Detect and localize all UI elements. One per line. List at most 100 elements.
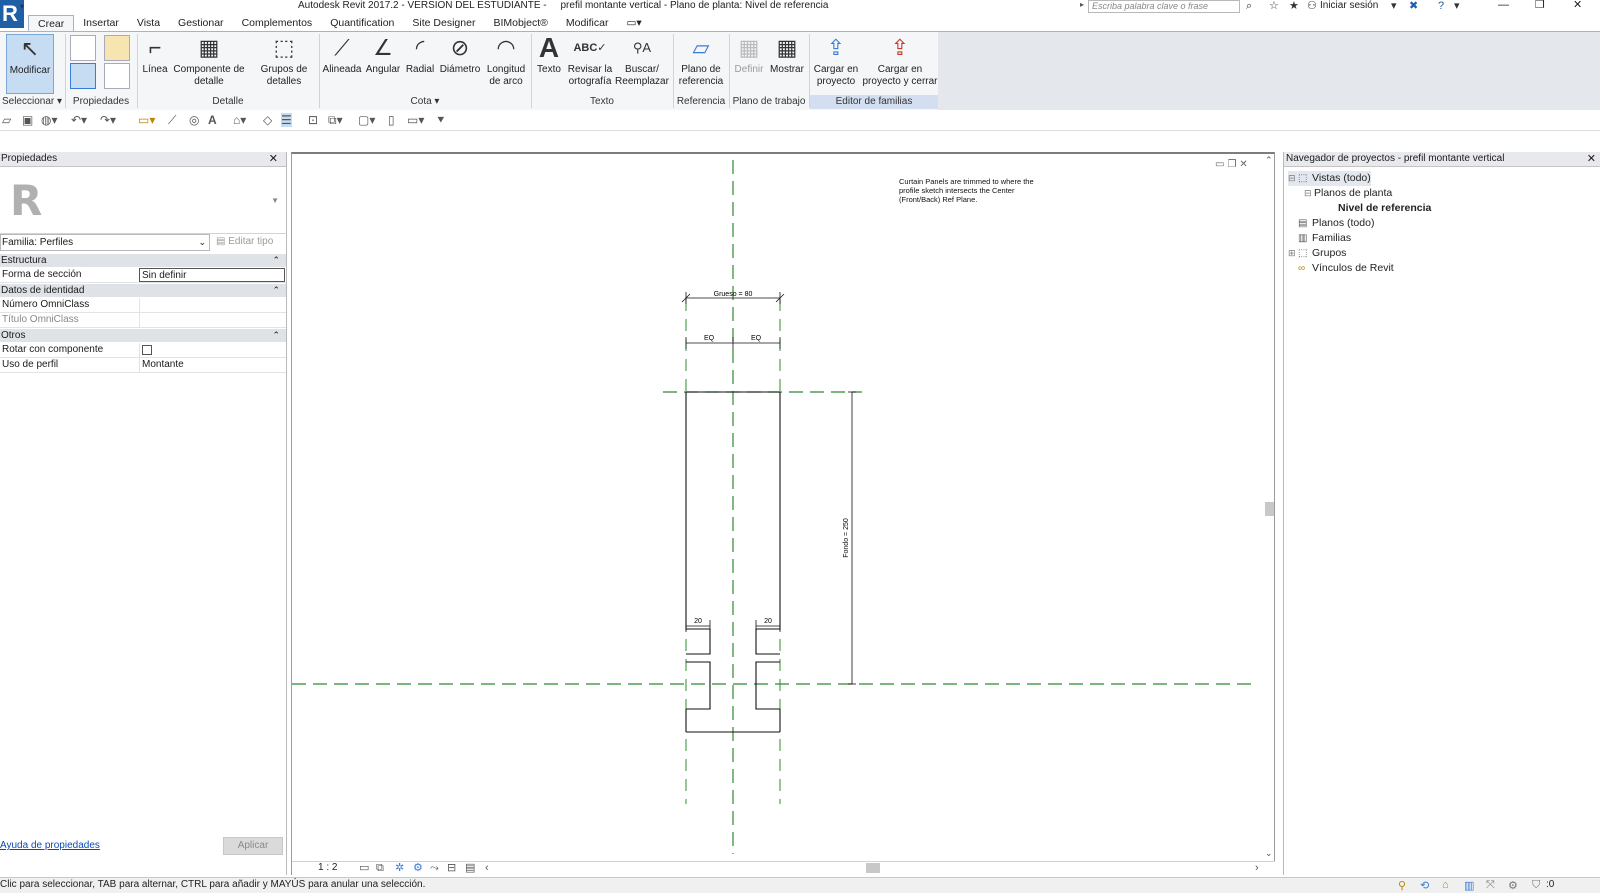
undo-icon[interactable]: ↶▾ xyxy=(71,113,87,127)
tag-icon[interactable]: ◎ xyxy=(189,113,199,127)
profile-sketch[interactable]: Grueso = 80 EQ EQ Fondo = 250 20 20 xyxy=(292,154,1262,860)
open-icon[interactable]: ▱ xyxy=(2,113,11,127)
help-chevron-icon[interactable]: ▾ xyxy=(1454,0,1460,12)
tree-item-familias[interactable]: ▥ Familias xyxy=(1298,231,1351,246)
subscription-icon[interactable]: ☆ xyxy=(1269,0,1279,12)
aligned-dimension-qat-icon[interactable]: ⟋ xyxy=(168,113,176,127)
tab-insertar[interactable]: Insertar xyxy=(74,15,128,31)
aligned-dimension-button[interactable]: ⟋ Alineada xyxy=(321,34,363,76)
tab-gestionar[interactable]: Gestionar xyxy=(169,15,233,31)
redo-icon[interactable]: ↷▾ xyxy=(100,113,116,127)
select-underlay-icon[interactable]: ⟲ xyxy=(1420,879,1429,892)
dimension-eq-right[interactable]: EQ xyxy=(751,335,762,342)
group-seleccionar[interactable]: Seleccionar ▾ xyxy=(0,95,64,109)
filter-icon[interactable]: ⛉ xyxy=(1532,879,1540,892)
restore-button[interactable]: ❐ xyxy=(1535,0,1545,11)
reference-plane-button[interactable]: ▱ Plano de referencia xyxy=(676,34,726,88)
dimension-20-right[interactable]: 20 xyxy=(764,618,772,625)
section-identidad[interactable]: Datos de identidad ⌃ xyxy=(0,284,286,297)
measure-icon[interactable]: ▭▾ xyxy=(138,113,155,127)
arc-length-dimension-button[interactable]: ◠ Longitud de arco xyxy=(483,34,529,88)
spell-check-button[interactable]: ABC✓ Revisar la ortografía xyxy=(565,34,615,88)
select-links-icon[interactable]: ⚲ xyxy=(1398,879,1406,892)
scroll-down-icon[interactable]: ⌄ xyxy=(1265,848,1273,859)
show-workplane-button[interactable]: ▦ Mostrar xyxy=(767,34,807,76)
horizontal-scroll-thumb[interactable] xyxy=(866,863,880,873)
dimension-grueso[interactable]: Grueso = 80 xyxy=(714,291,753,298)
collapse-toggle-icon[interactable]: ⊟ xyxy=(1288,171,1298,185)
tree-item-planos[interactable]: ▤ Planos (todo) xyxy=(1298,216,1374,231)
view-icon[interactable]: ▭▾ xyxy=(407,113,424,127)
filter-count[interactable]: :0 xyxy=(1546,879,1554,890)
select-by-face-icon[interactable]: ▥ xyxy=(1464,879,1474,892)
modify-button[interactable]: ↖ Modificar xyxy=(6,34,54,94)
help-icon[interactable]: ? xyxy=(1438,0,1444,12)
collapse-icon[interactable]: ⌃ xyxy=(272,329,280,342)
minimize-button[interactable]: — xyxy=(1498,0,1509,11)
tab-complementos[interactable]: Complementos xyxy=(233,15,322,31)
signin-chevron-icon[interactable]: ▾ xyxy=(1391,0,1397,12)
close-window-button[interactable]: ✕ xyxy=(1573,0,1582,11)
hide-isolate-icon[interactable]: ▤ xyxy=(465,861,475,875)
dimension-fondo[interactable]: Fondo = 250 xyxy=(843,518,850,558)
section-otros[interactable]: Otros ⌃ xyxy=(0,329,286,342)
binoculars-icon[interactable]: ⌕ xyxy=(1246,0,1252,12)
dimension-lines[interactable] xyxy=(681,292,856,685)
rotate-checkbox[interactable] xyxy=(142,345,152,355)
sheet-icon[interactable]: ▯ xyxy=(388,113,395,127)
collapse-icon[interactable]: ⌃ xyxy=(272,284,280,297)
omniclass-number-field[interactable] xyxy=(139,298,285,313)
show-crop-icon[interactable]: ⊟ xyxy=(447,861,456,875)
apply-button[interactable]: Aplicar xyxy=(223,837,283,855)
properties-help-link[interactable]: Ayuda de propiedades xyxy=(0,840,100,851)
edit-type-button[interactable]: ▤ Editar tipo xyxy=(216,236,273,247)
type-properties-icon[interactable] xyxy=(104,63,130,89)
save-icon[interactable]: ▣ xyxy=(22,113,33,127)
text-qat-icon[interactable]: A xyxy=(208,113,217,127)
thin-lines-icon[interactable]: ☰ xyxy=(281,113,292,127)
tree-item-vistas[interactable]: ⊟ ⬚ Vistas (todo) xyxy=(1288,171,1371,186)
sun-path-icon[interactable]: ✲ xyxy=(395,861,404,875)
family-types-icon[interactable] xyxy=(104,35,130,61)
vertical-scroll-thumb[interactable] xyxy=(1265,502,1274,516)
load-into-project-and-close-button[interactable]: ⇪ Cargar en proyecto y cerrar xyxy=(862,34,938,88)
expand-toggle-icon[interactable]: ⊞ xyxy=(1288,246,1298,260)
dimension-20-left[interactable]: 20 xyxy=(694,618,702,625)
scroll-up-icon[interactable]: ⌃ xyxy=(1265,155,1273,166)
dimension-eq-left[interactable]: EQ xyxy=(704,335,715,342)
background-process-icon[interactable]: ⚙ xyxy=(1508,879,1518,892)
select-pinned-icon[interactable]: ⌂ xyxy=(1442,879,1449,891)
collapse-icon[interactable]: ⌃ xyxy=(272,254,280,267)
angular-dimension-button[interactable]: ∠ Angular xyxy=(363,34,403,76)
close-icon[interactable]: ✕ xyxy=(1587,152,1596,166)
define-workplane-button[interactable]: ▦ Definir xyxy=(731,34,767,76)
tree-item-vinculos[interactable]: ∞ Vínculos de Revit xyxy=(1298,261,1394,276)
canvas-annotation-note[interactable]: Curtain Panels are trimmed to where the … xyxy=(899,177,1039,204)
sign-in-button[interactable]: Iniciar sesión xyxy=(1320,0,1378,11)
exchange-apps-icon[interactable]: ✖ xyxy=(1409,0,1418,12)
view-scale[interactable]: 1 : 2 xyxy=(318,861,337,875)
collapse-toggle-icon[interactable]: ⊟ xyxy=(1304,186,1314,200)
shadows-icon[interactable]: ⚙ xyxy=(413,861,423,875)
scroll-right-icon[interactable]: › xyxy=(1255,861,1259,875)
tree-item-grupos[interactable]: ⊞ ⬚ Grupos xyxy=(1288,246,1346,261)
customize-qat-icon[interactable]: ⯆ xyxy=(436,113,446,127)
load-into-project-button[interactable]: ⇪ Cargar en proyecto xyxy=(810,34,862,88)
tab-vista[interactable]: Vista xyxy=(128,15,169,31)
crop-view-icon[interactable]: ⤳ xyxy=(430,861,439,875)
line-button[interactable]: ⌐ Línea xyxy=(140,34,170,76)
properties-icon[interactable] xyxy=(70,63,96,89)
drag-elements-icon[interactable]: ⤧ xyxy=(1486,879,1495,892)
detail-level-icon[interactable]: ▭ xyxy=(359,861,369,875)
chevron-down-icon[interactable]: ▼ xyxy=(271,196,279,205)
radial-dimension-button[interactable]: ◜ Radial xyxy=(403,34,437,76)
tab-quantification[interactable]: Quantification xyxy=(321,15,403,31)
family-category-icon[interactable] xyxy=(70,35,96,61)
user-icon[interactable]: ⚇ xyxy=(1307,0,1317,12)
view-window-controls[interactable]: ▭❐✕ xyxy=(1215,159,1251,170)
tab-bimobject[interactable]: BIMobject® xyxy=(484,15,556,31)
ribbon-display-options-icon[interactable]: ▭▾ xyxy=(617,15,650,31)
tab-site-designer[interactable]: Site Designer xyxy=(403,15,484,31)
tab-modificar[interactable]: Modificar xyxy=(557,15,618,31)
3d-view-icon[interactable]: ⌂▾ xyxy=(233,113,246,127)
